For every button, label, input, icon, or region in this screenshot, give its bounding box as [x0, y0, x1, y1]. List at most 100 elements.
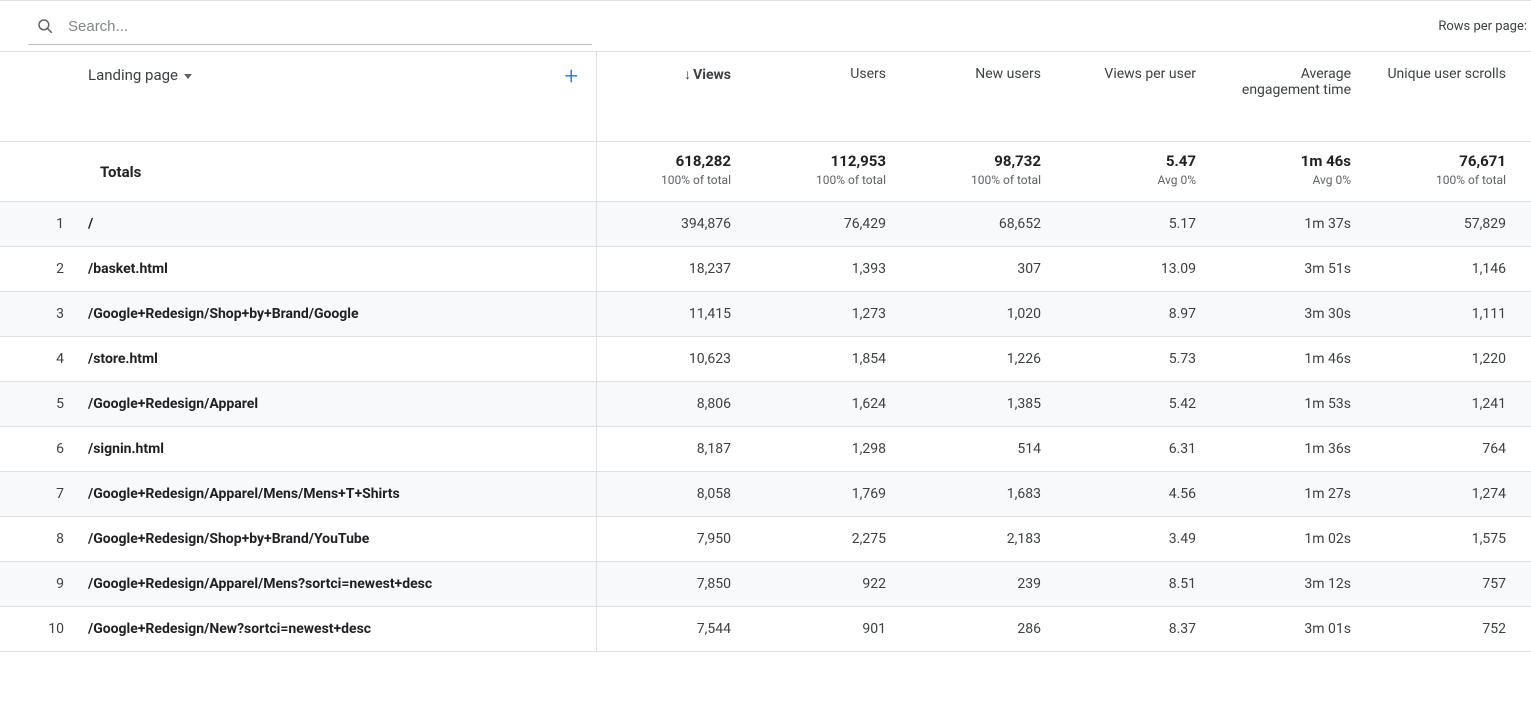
row-cell: 757	[1371, 576, 1526, 592]
row-dimension: /store.html	[88, 351, 596, 367]
row-cell: 1,020	[906, 306, 1061, 322]
totals-cell: 618,282100% of total	[596, 142, 751, 201]
rows-per-page-label: Rows per page:	[1438, 19, 1531, 34]
column-divider	[596, 52, 597, 652]
row-cell: 8,187	[596, 441, 751, 457]
row-cell: 4.56	[1061, 486, 1216, 502]
totals-cell: 5.47 Avg 0%	[1061, 142, 1216, 201]
row-cell: 1,146	[1371, 261, 1526, 277]
totals-subtext: 100% of total	[759, 173, 886, 187]
row-dimension: /signin.html	[88, 441, 596, 457]
totals-row: Totals 618,282100% of total112,953100% o…	[0, 142, 1531, 202]
row-cell: 901	[751, 621, 906, 637]
row-cell: 752	[1371, 621, 1526, 637]
table-row[interactable]: 10/Google+Redesign/New?sortci=newest+des…	[0, 607, 1531, 652]
table-row[interactable]: 8/Google+Redesign/Shop+by+Brand/YouTube7…	[0, 517, 1531, 562]
totals-subtext: 100% of total	[1379, 173, 1506, 187]
row-dimension: /Google+Redesign/New?sortci=newest+desc	[88, 621, 596, 637]
row-index: 10	[0, 621, 88, 637]
row-cell: 1m 02s	[1216, 531, 1371, 547]
add-dimension-button[interactable]: +	[564, 64, 578, 88]
row-cell: 7,950	[596, 531, 751, 547]
row-cell: 1m 27s	[1216, 486, 1371, 502]
row-cell: 1,624	[751, 396, 906, 412]
totals-value: 1m 46s	[1224, 152, 1351, 170]
row-cell: 2,275	[751, 531, 906, 547]
dimension-selector[interactable]: Landing page	[88, 66, 192, 84]
totals-value: 618,282	[604, 152, 731, 170]
row-cell: 57,829	[1371, 216, 1526, 232]
sort-descending-icon: ↓	[684, 67, 691, 83]
table-row[interactable]: 4/store.html10,6231,8541,2265.731m 46s1,…	[0, 337, 1531, 382]
column-header[interactable]: New users	[906, 52, 1061, 141]
column-header[interactable]: ↓Views	[596, 52, 751, 141]
row-cell: 8,058	[596, 486, 751, 502]
search-underline	[28, 44, 592, 45]
table-row[interactable]: 6/signin.html8,1871,2985146.311m 36s764	[0, 427, 1531, 472]
row-cell: 239	[906, 576, 1061, 592]
row-index: 7	[0, 486, 88, 502]
row-cell: 76,429	[751, 216, 906, 232]
column-header[interactable]: Average engagement time	[1216, 52, 1371, 141]
row-cell: 18,237	[596, 261, 751, 277]
row-cell: 1,226	[906, 351, 1061, 367]
row-index: 2	[0, 261, 88, 277]
table-row[interactable]: 9/Google+Redesign/Apparel/Mens?sortci=ne…	[0, 562, 1531, 607]
row-cell: 394,876	[596, 216, 751, 232]
totals-cell: 112,953 100% of total	[751, 142, 906, 201]
row-cell: 7,544	[596, 621, 751, 637]
table-row[interactable]: 1/394,87676,42968,6525.171m 37s57,829	[0, 202, 1531, 247]
row-cell: 514	[906, 441, 1061, 457]
row-cell: 3.49	[1061, 531, 1216, 547]
totals-label: Totals	[0, 142, 596, 201]
totals-subtext: Avg 0%	[1224, 173, 1351, 187]
totals-cell: 76,671100% of total	[1371, 142, 1526, 201]
row-dimension: /	[88, 216, 596, 232]
search-input[interactable]	[68, 18, 538, 35]
search-icon	[36, 17, 54, 35]
data-table: Landing page + ↓ViewsUsersNew usersViews…	[0, 51, 1531, 652]
totals-cell: 98,732100% of total	[906, 142, 1061, 201]
row-cell: 1,683	[906, 486, 1061, 502]
column-header[interactable]: Unique user scrolls	[1371, 52, 1526, 141]
row-dimension: /Google+Redesign/Apparel/Mens/Mens+T+Shi…	[88, 486, 596, 502]
table-row[interactable]: 2/basket.html18,2371,39330713.093m 51s1,…	[0, 247, 1531, 292]
row-cell: 1m 53s	[1216, 396, 1371, 412]
row-cell: 5.73	[1061, 351, 1216, 367]
row-cell: 5.42	[1061, 396, 1216, 412]
row-cell: 8,806	[596, 396, 751, 412]
row-cell: 6.31	[1061, 441, 1216, 457]
row-dimension: /basket.html	[88, 261, 596, 277]
row-cell: 1,385	[906, 396, 1061, 412]
row-cell: 1,575	[1371, 531, 1526, 547]
table-row[interactable]: 5/Google+Redesign/Apparel8,8061,6241,385…	[0, 382, 1531, 427]
row-cell: 1,241	[1371, 396, 1526, 412]
row-index: 1	[0, 216, 88, 232]
column-header[interactable]: Users	[751, 52, 906, 141]
column-header[interactable]: Views per user	[1061, 52, 1216, 141]
row-cell: 1,854	[751, 351, 906, 367]
row-cell: 764	[1371, 441, 1526, 457]
row-cell: 8.37	[1061, 621, 1216, 637]
row-index: 3	[0, 306, 88, 322]
row-cell: 307	[906, 261, 1061, 277]
totals-subtext: Avg 0%	[1069, 173, 1196, 187]
row-index: 5	[0, 396, 88, 412]
row-cell: 68,652	[906, 216, 1061, 232]
table-row[interactable]: 3/Google+Redesign/Shop+by+Brand/Google11…	[0, 292, 1531, 337]
row-cell: 1,274	[1371, 486, 1526, 502]
row-cell: 8.97	[1061, 306, 1216, 322]
table-row[interactable]: 7/Google+Redesign/Apparel/Mens/Mens+T+Sh…	[0, 472, 1531, 517]
row-index: 4	[0, 351, 88, 367]
index-header	[0, 52, 88, 141]
totals-value: 112,953	[759, 152, 886, 170]
totals-value: 98,732	[914, 152, 1041, 170]
row-cell: 922	[751, 576, 906, 592]
row-cell: 1,769	[751, 486, 906, 502]
row-cell: 1,111	[1371, 306, 1526, 322]
totals-value: 5.47	[1069, 152, 1196, 170]
row-cell: 8.51	[1061, 576, 1216, 592]
column-header-label: Unique user scrolls	[1387, 66, 1506, 82]
row-dimension: /Google+Redesign/Shop+by+Brand/Google	[88, 306, 596, 322]
table-header-row: Landing page + ↓ViewsUsersNew usersViews…	[0, 52, 1531, 142]
